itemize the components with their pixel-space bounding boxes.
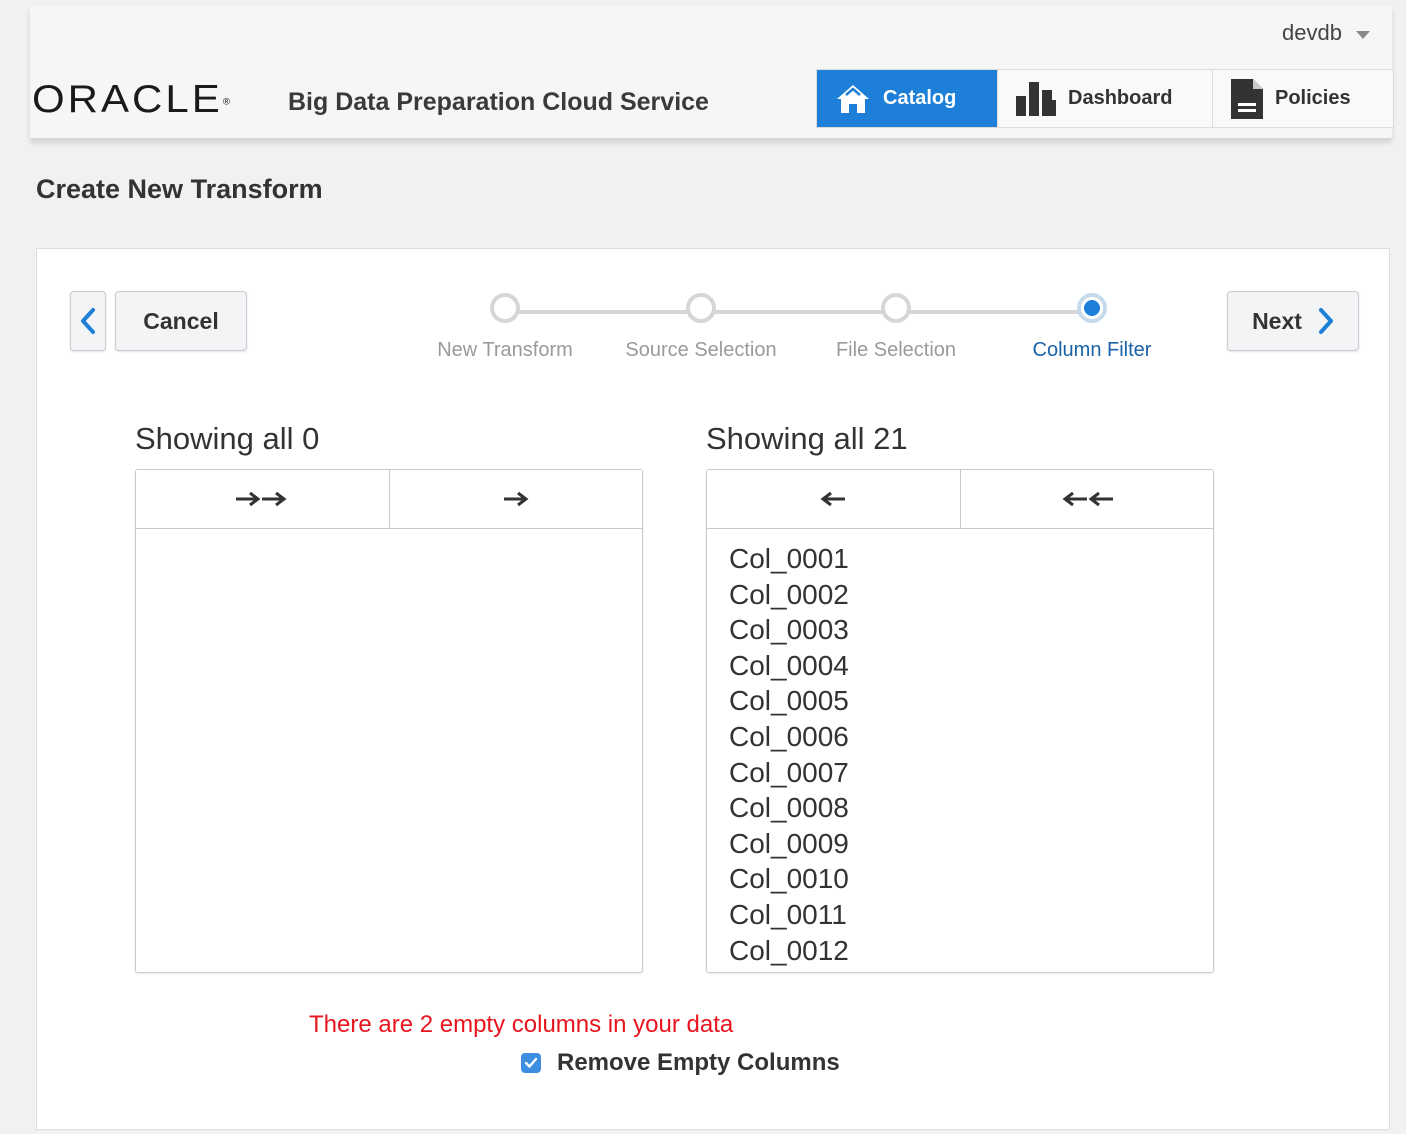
selected-list-toolbar (136, 470, 642, 529)
user-menu[interactable]: devdb (1282, 20, 1370, 46)
tab-catalog-label: Catalog (883, 87, 957, 109)
remove-empty-columns-row: Remove Empty Columns (521, 1049, 840, 1077)
move-all-right-icon (236, 491, 287, 507)
step-dot-new-transform[interactable] (490, 293, 520, 323)
move-right-button[interactable] (388, 470, 642, 528)
home-icon (837, 84, 869, 113)
document-icon (1231, 78, 1263, 119)
empty-columns-warning: There are 2 empty columns in your data (309, 1011, 734, 1038)
column-list-item[interactable]: Col_0008 (729, 790, 1213, 826)
tab-dashboard-label: Dashboard (1068, 87, 1173, 109)
column-list-item[interactable]: Col_0011 (729, 897, 1213, 933)
column-list-item[interactable]: Col_0007 (729, 755, 1213, 791)
step-label-source-selection[interactable]: Source Selection (601, 339, 801, 362)
step-dot-source-selection[interactable] (686, 293, 716, 323)
move-all-left-icon (1062, 491, 1113, 507)
tab-dashboard[interactable]: Dashboard (998, 70, 1213, 127)
oracle-logo: ORACLE® (32, 76, 231, 121)
wizard-panel: Cancel New Transform Source Selection Fi… (36, 248, 1390, 1130)
move-right-icon (503, 491, 529, 507)
chevron-right-icon (1318, 308, 1333, 334)
available-items: Col_0001 Col_0002 Col_0003 Col_0004 Col_0005… (707, 529, 1213, 968)
bar-chart-icon (1016, 81, 1056, 116)
step-label-file-selection[interactable]: File Selection (796, 339, 996, 362)
column-list-item[interactable]: Col_0012 (729, 933, 1213, 969)
chevron-left-icon (81, 308, 95, 334)
move-left-button[interactable] (707, 470, 960, 528)
column-list-item[interactable]: Col_0009 (729, 826, 1213, 862)
tab-catalog[interactable]: Catalog (817, 70, 998, 127)
selected-items (136, 529, 642, 541)
tab-policies[interactable]: Policies (1213, 70, 1393, 127)
next-button[interactable]: Next (1227, 291, 1359, 351)
step-dot-file-selection[interactable] (881, 293, 911, 323)
app-header: devdb ORACLE® Big Data Preparation Cloud… (30, 6, 1394, 139)
step-dot-column-filter[interactable] (1077, 293, 1107, 323)
caret-down-icon (1356, 30, 1370, 39)
move-all-right-button[interactable] (136, 470, 389, 528)
move-left-icon (820, 491, 846, 507)
column-list-item[interactable]: Col_0001 (729, 541, 1213, 577)
next-button-label: Next (1252, 307, 1302, 334)
service-name: Big Data Preparation Cloud Service (288, 88, 709, 116)
move-all-left-button[interactable] (959, 470, 1213, 528)
selected-columns-list[interactable] (135, 469, 643, 973)
column-list-item[interactable]: Col_0006 (729, 719, 1213, 755)
main-nav: Catalog Dashboard Policies (816, 69, 1394, 128)
user-name: devdb (1282, 20, 1342, 45)
back-button[interactable] (70, 291, 106, 351)
column-list-item[interactable]: Col_0003 (729, 612, 1213, 648)
available-list-toolbar (707, 470, 1213, 529)
page-title: Create New Transform (36, 174, 323, 204)
step-label-column-filter[interactable]: Column Filter (992, 339, 1192, 362)
selected-columns-heading: Showing all 0 (135, 421, 320, 456)
column-list-item[interactable]: Col_0002 (729, 577, 1213, 613)
remove-empty-columns-label[interactable]: Remove Empty Columns (557, 1049, 840, 1077)
wizard-train-line (505, 310, 1093, 314)
column-list-item[interactable]: Col_0005 (729, 683, 1213, 719)
cancel-button[interactable]: Cancel (115, 291, 247, 351)
check-icon (524, 1057, 538, 1068)
step-label-new-transform[interactable]: New Transform (405, 339, 605, 362)
column-list-item[interactable]: Col_0004 (729, 648, 1213, 684)
available-columns-list[interactable]: Col_0001 Col_0002 Col_0003 Col_0004 Col_0005… (706, 469, 1214, 973)
column-list-item[interactable]: Col_0010 (729, 861, 1213, 897)
tab-policies-label: Policies (1275, 87, 1351, 109)
remove-empty-columns-checkbox[interactable] (521, 1053, 541, 1073)
available-columns-heading: Showing all 21 (706, 421, 908, 456)
